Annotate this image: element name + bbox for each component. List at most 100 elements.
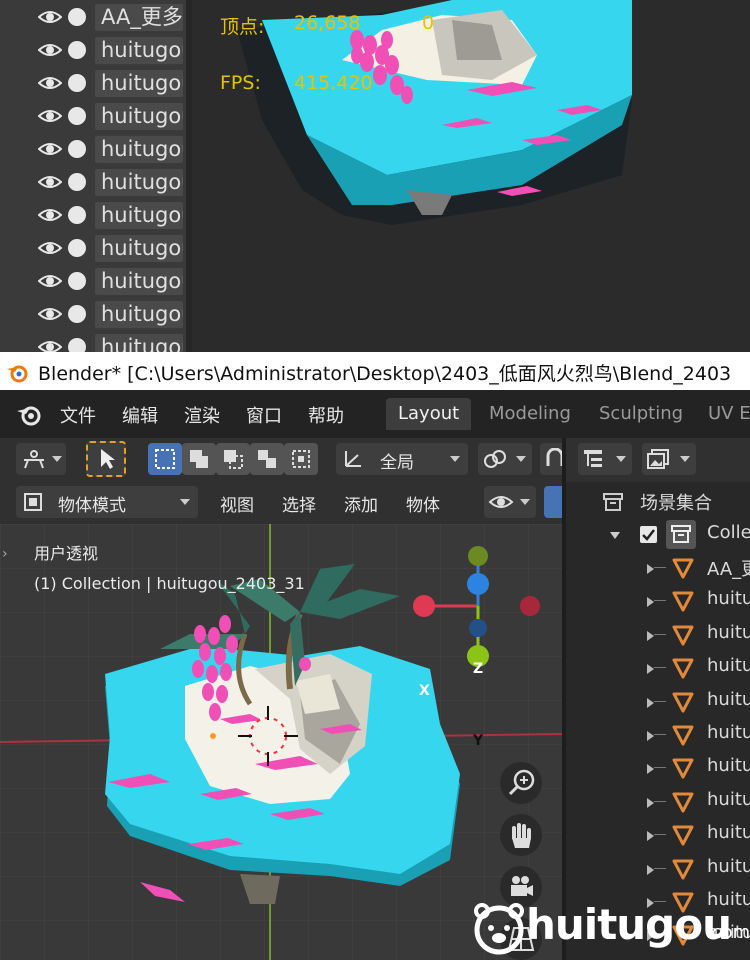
viewport-mode-header: 物体模式 视图 选择 添加 物体	[0, 480, 562, 524]
outliner-object-label: huitu	[707, 755, 750, 777]
tab-sculpting[interactable]: Sculpting	[587, 398, 695, 430]
outliner-object-row[interactable]: huitu	[566, 852, 750, 885]
expand-arrow-icon[interactable]	[647, 564, 654, 574]
menu-window[interactable]: 窗口	[246, 402, 282, 428]
top-outliner-row[interactable]: huitugou	[0, 265, 190, 298]
expand-arrow-icon[interactable]	[647, 797, 654, 808]
menu-render[interactable]: 渲染	[184, 402, 220, 428]
outliner-object-row[interactable]: huitu	[566, 785, 750, 818]
expand-arrow-icon[interactable]	[647, 597, 654, 608]
menu-edit[interactable]: 编辑	[122, 402, 158, 428]
outliner-object-row[interactable]: huitu	[566, 751, 750, 784]
expand-arrow-icon[interactable]	[647, 831, 654, 842]
transform-orientation-dropdown[interactable]: 全局	[336, 443, 468, 475]
eye-icon[interactable]	[38, 306, 62, 322]
eye-icon[interactable]	[38, 75, 62, 91]
render-dot-icon[interactable]	[68, 239, 86, 257]
sidebar-toggle-arrow[interactable]: ›	[2, 546, 8, 562]
outliner-object-row[interactable]: huitu	[566, 584, 750, 617]
top-outliner: AA_更多 huitugou huitugou huitugou huitugou hui…	[0, 0, 190, 352]
collapse-arrow-icon[interactable]	[610, 532, 620, 539]
3d-viewport[interactable]: 全局 物体模式 视图 选择 添加 物体 用户透视 (1) Collection …	[0, 438, 562, 960]
outliner-object-row[interactable]: huitu	[566, 651, 750, 684]
menu-help[interactable]: 帮助	[308, 402, 344, 428]
viewport-menu-view[interactable]: 视图	[220, 491, 254, 516]
expand-arrow-icon[interactable]	[647, 697, 654, 708]
zoom-button[interactable]	[500, 762, 542, 804]
expand-arrow-icon[interactable]	[647, 864, 654, 875]
viewport-menu-add[interactable]: 添加	[344, 491, 378, 516]
snapping-dropdown[interactable]	[478, 443, 532, 475]
render-dot-icon[interactable]	[68, 272, 86, 290]
outliner-object-row[interactable]: huitu	[566, 618, 750, 651]
tab-modeling[interactable]: Modeling	[477, 398, 583, 430]
expand-arrow-icon[interactable]	[647, 731, 654, 741]
top-outliner-row[interactable]: huitugou	[0, 100, 190, 133]
expand-arrow-icon[interactable]	[647, 764, 654, 775]
eye-icon[interactable]	[38, 207, 62, 223]
render-dot-icon[interactable]	[68, 41, 86, 59]
render-dot-icon[interactable]	[68, 206, 86, 224]
select-subtract-button[interactable]	[216, 443, 250, 475]
top-outliner-row[interactable]: huitugou	[0, 166, 190, 199]
pan-button[interactable]	[500, 814, 542, 856]
viewport-menu-object[interactable]: 物体	[406, 491, 440, 516]
render-dot-icon[interactable]	[68, 140, 86, 158]
top-outliner-row[interactable]: huitugou	[0, 199, 190, 232]
tab-uv-editing[interactable]: UV E	[696, 398, 750, 430]
select-extend-button[interactable]	[182, 443, 216, 475]
snap-toggle-button[interactable]	[540, 443, 562, 475]
blender-menu-icon[interactable]	[16, 402, 42, 426]
select-new-button[interactable]	[148, 443, 182, 475]
eye-icon[interactable]	[38, 339, 62, 352]
eye-icon[interactable]	[38, 108, 62, 124]
render-dot-icon[interactable]	[68, 107, 86, 125]
select-tool-button[interactable]	[86, 441, 126, 477]
outliner-object-row[interactable]: huitu	[566, 818, 750, 851]
render-dot-icon[interactable]	[68, 305, 86, 323]
collection-checkbox[interactable]	[640, 526, 657, 543]
outliner-object-row[interactable]: huitu	[566, 718, 750, 751]
viewport-canvas[interactable]: 用户透视 (1) Collection | huitugou_2403_31 ›…	[0, 524, 562, 960]
top-viewport[interactable]: 顶点: 26,658 0 FPS: 415.420	[192, 0, 750, 352]
display-mode-dropdown[interactable]	[578, 443, 632, 475]
top-outliner-row-label: huitugou	[95, 70, 183, 97]
tab-layout[interactable]: Layout	[386, 398, 472, 430]
collection-row[interactable]: Collection	[566, 518, 750, 551]
eye-icon[interactable]	[38, 141, 62, 157]
render-dot-icon[interactable]	[68, 173, 86, 191]
eye-icon[interactable]	[38, 42, 62, 58]
top-outliner-row[interactable]: huitugou	[0, 331, 190, 352]
menu-file[interactable]: 文件	[60, 402, 96, 428]
eye-icon[interactable]	[38, 273, 62, 289]
eye-icon[interactable]	[38, 240, 62, 256]
viewport-menu-select[interactable]: 选择	[282, 491, 316, 516]
select-invert-button[interactable]	[250, 443, 284, 475]
filter-dropdown[interactable]	[642, 443, 696, 475]
select-intersect-button[interactable]	[284, 443, 318, 475]
interaction-mode-dropdown[interactable]: 物体模式	[16, 486, 198, 518]
top-outliner-row[interactable]: huitugou	[0, 232, 190, 265]
tool-settings-button[interactable]	[16, 443, 66, 475]
fps-label: FPS:	[220, 72, 261, 94]
outliner-object-row[interactable]: huitu	[566, 685, 750, 718]
scene-collection-row[interactable]: 场景集合	[566, 485, 750, 518]
eye-icon[interactable]	[38, 174, 62, 190]
gizmo-y-label[interactable]: Y	[473, 733, 483, 749]
outliner-object-row[interactable]: AA_更	[566, 551, 750, 584]
expand-arrow-icon[interactable]	[647, 664, 654, 675]
top-outliner-row[interactable]: huitugou	[0, 298, 190, 331]
view-object-types-dropdown[interactable]	[484, 486, 536, 518]
render-dot-icon[interactable]	[68, 8, 86, 26]
gizmo-x-label[interactable]: X	[419, 683, 430, 699]
top-outliner-row[interactable]: AA_更多	[0, 1, 190, 34]
top-outliner-row[interactable]: huitugou	[0, 34, 190, 67]
gizmo-z-label[interactable]: Z	[473, 661, 483, 677]
render-dot-icon[interactable]	[68, 338, 86, 352]
top-outliner-row[interactable]: huitugou	[0, 133, 190, 166]
eye-icon[interactable]	[38, 9, 62, 25]
show-gizmo-button[interactable]	[544, 486, 562, 518]
render-dot-icon[interactable]	[68, 74, 86, 92]
top-outliner-row[interactable]: huitugou	[0, 67, 190, 100]
expand-arrow-icon[interactable]	[647, 630, 654, 641]
